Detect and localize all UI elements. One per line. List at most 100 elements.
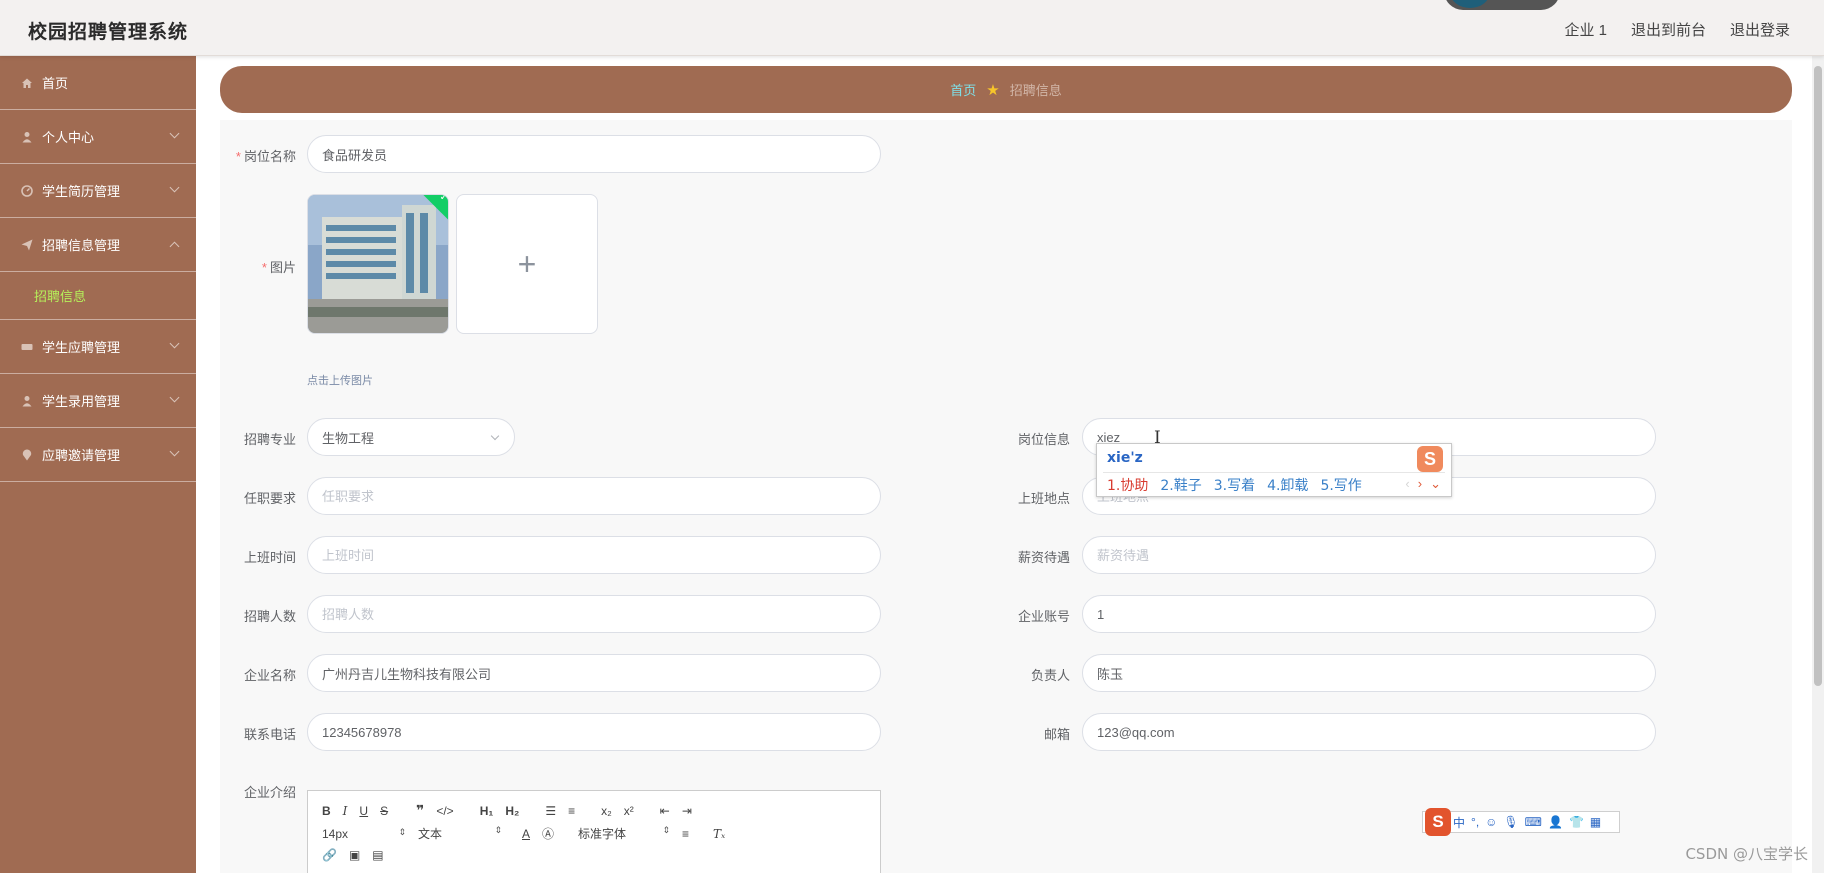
sidebar-item-recruitment-management[interactable]: 招聘信息管理: [0, 218, 196, 272]
indent-button[interactable]: ⇥: [682, 804, 692, 818]
user-icon: [20, 130, 34, 144]
ime-candidate[interactable]: 3.写着: [1214, 475, 1255, 495]
user-icon[interactable]: 👤: [1548, 815, 1563, 829]
outdent-button[interactable]: ⇤: [660, 804, 670, 818]
editor-toolbar-row-1: B I U S ❞ </> H₁ H₂ ☰ ≡ x₂ x² ⇤ ⇥: [322, 802, 704, 819]
subscript-button[interactable]: x₂: [601, 804, 612, 818]
next-page-icon[interactable]: ›: [1418, 476, 1422, 492]
requirements-input[interactable]: [307, 477, 881, 515]
prev-page-icon[interactable]: ‹: [1405, 476, 1409, 492]
salary-label: 薪资待遇: [1017, 550, 1070, 565]
sidebar-item-home[interactable]: 首页: [0, 56, 196, 110]
sogou-logo-icon: S: [1417, 446, 1443, 472]
emoji-icon[interactable]: ☺: [1485, 815, 1497, 829]
company-intro-label: 企业介绍: [243, 785, 296, 800]
code-button[interactable]: </>: [436, 804, 453, 818]
logout-link[interactable]: 退出登录: [1730, 19, 1790, 40]
sidebar-item-label: 学生简历管理: [42, 184, 121, 199]
bold-button[interactable]: B: [322, 804, 331, 818]
email-input[interactable]: [1082, 713, 1656, 751]
ime-status-bar: S 中 °, ☺ 🎙 ⌨ 👤 👕 ▦: [1422, 808, 1620, 836]
ordered-list-button[interactable]: ☰: [545, 804, 556, 818]
plus-icon: +: [517, 245, 537, 282]
company-account-input[interactable]: [1082, 595, 1656, 633]
chevron-down-icon: [169, 446, 180, 457]
salary-input[interactable]: [1082, 536, 1656, 574]
building-photo: [308, 195, 448, 333]
editor-toolbar-row-3: 🔗 ▣ ▤: [322, 848, 396, 862]
ime-candidate[interactable]: 2.鞋子: [1160, 475, 1201, 495]
send-icon: [20, 238, 34, 252]
company-name-input[interactable]: [307, 654, 881, 692]
align-left-button[interactable]: ≡: [682, 827, 689, 841]
upload-add-button[interactable]: +: [456, 194, 598, 334]
heading1-button[interactable]: H₁: [480, 804, 494, 818]
back-to-front-link[interactable]: 退出到前台: [1631, 19, 1706, 40]
skin-icon[interactable]: 👕: [1569, 815, 1584, 829]
keyboard-icon[interactable]: ⌨: [1525, 815, 1542, 829]
image-icon[interactable]: ▣: [349, 848, 360, 862]
sidebar-item-resume-management[interactable]: 学生简历管理: [0, 164, 196, 218]
bullet-list-button[interactable]: ≡: [568, 804, 575, 818]
text-type-select[interactable]: 文本: [418, 825, 502, 842]
background-color-button[interactable]: Ⓐ: [542, 825, 554, 842]
home-icon: [20, 76, 34, 90]
strikethrough-button[interactable]: S: [380, 804, 388, 818]
uploaded-image-thumbnail[interactable]: ✓: [307, 194, 449, 334]
current-user-label[interactable]: 企业 1: [1564, 19, 1607, 40]
clear-format-button[interactable]: Tₓ: [713, 827, 725, 841]
ime-candidates: 1.协助 2.鞋子 3.写着 4.卸载 5.写作: [1107, 475, 1362, 495]
ticket-icon: [20, 340, 34, 354]
image-label: * 图片: [261, 260, 296, 275]
ime-nav: ‹ › ⌄: [1405, 476, 1441, 492]
scrollbar-thumb[interactable]: [1814, 66, 1822, 686]
sidebar-item-label: 个人中心: [42, 130, 95, 145]
video-icon[interactable]: ▤: [372, 848, 383, 862]
ime-candidate[interactable]: 5.写作: [1320, 475, 1361, 495]
italic-button[interactable]: I: [343, 804, 348, 818]
heading2-button[interactable]: H₂: [505, 804, 519, 818]
toolbox-icon[interactable]: ▦: [1590, 815, 1601, 829]
job-name-input[interactable]: [307, 135, 881, 173]
job-info-label: 岗位信息: [1017, 432, 1070, 447]
floating-widget[interactable]: [1444, 0, 1560, 10]
sidebar-item-label: 学生应聘管理: [42, 340, 121, 355]
ime-candidate[interactable]: 1.协助: [1107, 475, 1148, 495]
work-time-label: 上班时间: [243, 550, 296, 565]
work-time-input[interactable]: [307, 536, 881, 574]
font-family-select[interactable]: 标准字体: [578, 825, 670, 842]
expand-icon[interactable]: ⌄: [1430, 476, 1441, 492]
headcount-input[interactable]: [307, 595, 881, 633]
scrollbar[interactable]: [1812, 56, 1824, 873]
ime-candidate-popup: xie'z S 1.协助 2.鞋子 3.写着 4.卸载 5.写作 ‹ › ⌄: [1096, 443, 1452, 497]
editor-toolbar-row-2: 14px 文本 A Ⓐ 标准字体 ≡ Tₓ: [322, 825, 737, 842]
sidebar-item-invitation-management[interactable]: 应聘邀请管理: [0, 428, 196, 482]
link-icon[interactable]: 🔗: [322, 848, 337, 862]
ime-candidate[interactable]: 4.卸载: [1267, 475, 1308, 495]
sidebar-item-application-management[interactable]: 学生应聘管理: [0, 320, 196, 374]
location-pin-icon: [20, 448, 34, 462]
company-account-label: 企业账号: [1017, 609, 1070, 624]
sidebar-subitem-recruitment-info[interactable]: 招聘信息: [0, 272, 196, 320]
microphone-icon[interactable]: 🎙: [1503, 815, 1518, 829]
headcount-label: 招聘人数: [243, 609, 296, 624]
superscript-button[interactable]: x²: [624, 804, 634, 818]
font-color-button[interactable]: A: [522, 827, 530, 841]
rich-text-editor[interactable]: B I U S ❞ </> H₁ H₂ ☰ ≡ x₂ x² ⇤ ⇥ 14px 文…: [307, 790, 881, 873]
breadcrumb-home[interactable]: 首页: [950, 80, 976, 99]
widget-avatar: [1450, 0, 1490, 8]
ime-mode-toggle[interactable]: 中: [1453, 814, 1465, 831]
contact-person-label: 负责人: [1030, 668, 1070, 683]
font-size-select[interactable]: 14px: [322, 827, 406, 841]
ime-pinyin: xie'z: [1107, 450, 1143, 466]
user-icon: [20, 394, 34, 408]
sidebar-item-personal-center[interactable]: 个人中心: [0, 110, 196, 164]
underline-button[interactable]: U: [359, 804, 368, 818]
blockquote-button[interactable]: ❞: [416, 802, 424, 819]
email-label: 邮箱: [1043, 727, 1070, 742]
contact-person-input[interactable]: [1082, 654, 1656, 692]
phone-input[interactable]: [307, 713, 881, 751]
punctuation-icon[interactable]: °,: [1471, 815, 1479, 829]
major-select[interactable]: 生物工程: [307, 418, 515, 456]
sidebar-item-hiring-management[interactable]: 学生录用管理: [0, 374, 196, 428]
